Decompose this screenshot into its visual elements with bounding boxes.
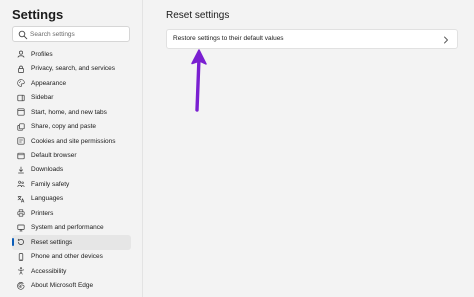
sidebar-item-cookies[interactable]: Cookies and site permissions [12, 134, 131, 148]
system-icon [17, 224, 25, 232]
search-box[interactable] [12, 26, 130, 42]
phone-icon [18, 253, 24, 261]
sidebar-item-label: Phone and other devices [31, 253, 103, 261]
sidebar: Settings Profiles Privacy, [0, 0, 140, 297]
sidebar-item-share[interactable]: Share, copy and paste [12, 119, 131, 133]
sidebar-item-profiles[interactable]: Profiles [12, 47, 131, 61]
sidebar-item-family-safety[interactable]: Family safety [12, 177, 131, 191]
sidebar-item-label: Share, copy and paste [31, 123, 97, 131]
sidebar-item-accessibility[interactable]: Accessibility [12, 264, 131, 278]
accessibility-icon [17, 267, 25, 275]
sidebar-item-label: Sidebar [31, 94, 54, 102]
sidebar-icon [17, 94, 25, 101]
restore-defaults-button[interactable]: Restore settings to their default values [166, 29, 458, 49]
paint-icon [17, 79, 25, 87]
sidebar-item-languages[interactable]: Languages [12, 192, 131, 206]
sidebar-item-label: Appearance [31, 79, 67, 87]
sidebar-item-label: System and performance [31, 224, 104, 232]
sidebar-item-reset-settings[interactable]: Reset settings [12, 235, 131, 250]
sidebar-item-downloads[interactable]: Downloads [12, 163, 131, 177]
settings-window: Settings Profiles Privacy, [0, 0, 474, 297]
sidebar-item-label: Cookies and site permissions [31, 137, 116, 145]
chevron-right-icon [444, 36, 448, 44]
lock-icon [18, 65, 24, 73]
sidebar-item-appearance[interactable]: Appearance [12, 76, 131, 90]
sidebar-item-label: Languages [31, 195, 64, 203]
printer-icon [17, 209, 25, 217]
sidebar-item-phone-devices[interactable]: Phone and other devices [12, 250, 131, 264]
sidebar-item-label: Reset settings [31, 238, 73, 246]
search-input[interactable] [30, 28, 126, 40]
search-icon [18, 30, 28, 40]
sidebar-item-label: Accessibility [31, 267, 67, 275]
profile-icon [17, 50, 25, 58]
sidebar-item-label: Family safety [31, 180, 70, 188]
share-icon [17, 123, 25, 131]
pane-divider [142, 0, 143, 297]
sidebar-item-system[interactable]: System and performance [12, 221, 131, 235]
sidebar-item-about-edge[interactable]: About Microsoft Edge [12, 279, 131, 293]
sidebar-item-label: Start, home, and new tabs [31, 108, 107, 116]
home-icon [17, 108, 25, 116]
download-icon [18, 166, 24, 174]
reset-icon [17, 239, 24, 246]
language-icon [17, 195, 25, 203]
sidebar-item-label: Printers [31, 209, 54, 217]
sidebar-item-label: Downloads [31, 166, 64, 174]
sidebar-nav: Profiles Privacy, search, and services A… [12, 47, 131, 293]
sidebar-item-default-browser[interactable]: Default browser [12, 148, 131, 162]
restore-defaults-label: Restore settings to their default values [173, 35, 284, 42]
family-icon [17, 181, 25, 188]
cookie-icon [17, 137, 25, 145]
page-title: Reset settings [166, 10, 230, 21]
arrow-up-annotation [191, 49, 207, 112]
browser-icon [17, 152, 25, 159]
sidebar-item-label: Privacy, search, and services [31, 65, 116, 73]
sidebar-item-label: Default browser [31, 152, 77, 160]
edge-icon [17, 281, 25, 290]
sidebar-item-label: Profiles [31, 50, 53, 58]
sidebar-item-start-home[interactable]: Start, home, and new tabs [12, 105, 131, 119]
sidebar-item-printers[interactable]: Printers [12, 206, 131, 220]
sidebar-item-sidebar[interactable]: Sidebar [12, 90, 131, 104]
sidebar-item-label: About Microsoft Edge [31, 282, 94, 290]
sidebar-item-privacy[interactable]: Privacy, search, and services [12, 61, 131, 75]
app-title: Settings [12, 7, 64, 22]
